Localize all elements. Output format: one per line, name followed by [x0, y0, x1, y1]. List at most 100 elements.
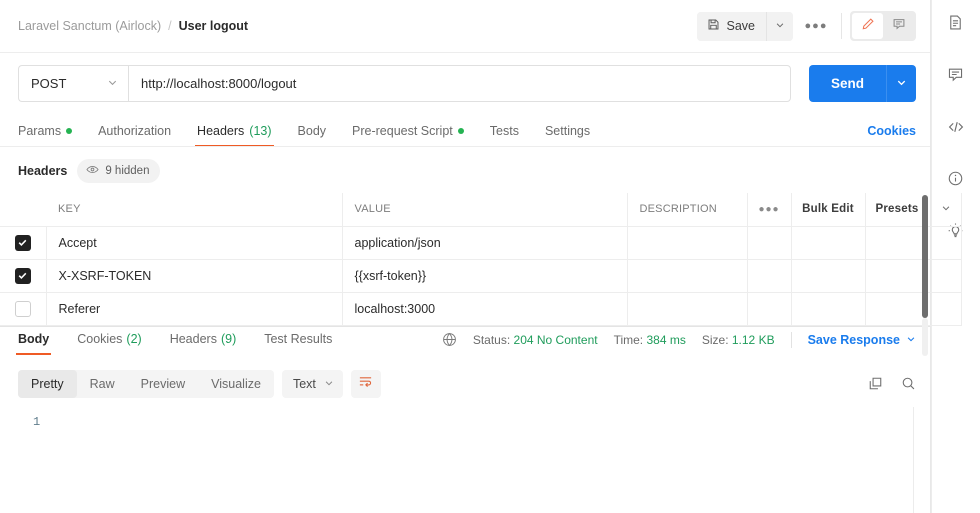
eye-icon — [86, 163, 99, 179]
line-number: 1 — [33, 414, 41, 429]
copy-icon[interactable] — [868, 376, 883, 391]
rail-divider — [931, 0, 932, 513]
sidebar-item-documentation[interactable] — [941, 12, 971, 38]
headers-more-button[interactable]: ●●● — [747, 193, 792, 227]
tab-params-label: Params — [18, 124, 62, 138]
row-description[interactable] — [627, 258, 748, 293]
comment-icon — [947, 66, 964, 88]
status-metric: Status: 204 No Content — [473, 333, 598, 347]
search-icon[interactable] — [901, 376, 916, 391]
row-key[interactable]: X-XSRF-TOKEN — [46, 258, 343, 293]
row-checkbox-cell[interactable] — [0, 225, 47, 260]
headers-table: KEY VALUE DESCRIPTION ●●● Bulk Edit Pres… — [0, 193, 962, 326]
tab-tests[interactable]: Tests — [490, 124, 519, 147]
row-checkbox[interactable] — [14, 300, 31, 317]
tab-headers-label: Headers — [197, 124, 245, 138]
breadcrumb-collection[interactable]: Laravel Sanctum (Airlock) — [18, 19, 161, 33]
tab-headers[interactable]: Headers (13) — [195, 124, 275, 147]
breadcrumb-request[interactable]: User logout — [179, 19, 248, 33]
response-tab-headers-label: Headers — [169, 332, 217, 346]
tab-params[interactable]: Params — [18, 124, 73, 147]
info-icon — [947, 170, 964, 192]
row-key[interactable]: Accept — [46, 225, 343, 260]
save-button-label: Save — [726, 19, 756, 33]
tab-pre-request-script-label: Pre-request Script — [352, 124, 453, 138]
presets-button[interactable]: Presets — [865, 193, 962, 227]
response-format-select[interactable]: Text — [281, 369, 343, 398]
ellipsis-icon: ●●● — [804, 20, 828, 32]
save-button-group: Save — [696, 11, 793, 41]
view-mode-visualize[interactable]: Visualize — [198, 370, 274, 398]
sidebar-item-comments[interactable] — [941, 64, 971, 90]
save-options-button[interactable] — [766, 11, 793, 41]
view-mode-raw[interactable]: Raw — [77, 370, 128, 398]
response-tab-test-results[interactable]: Test Results — [256, 332, 340, 355]
row-value[interactable]: application/json — [342, 225, 628, 260]
headers-table-head: KEY VALUE DESCRIPTION ●●● Bulk Edit Pres… — [0, 193, 962, 227]
sidebar-item-info[interactable] — [941, 168, 971, 194]
save-response-button[interactable]: Save Response — [808, 333, 916, 347]
size-metric: Size: 1.12 KB — [702, 333, 775, 347]
time-value: 384 ms — [646, 332, 686, 347]
table-row[interactable]: X-XSRF-TOKEN {{xsrf-token}} — [0, 258, 962, 293]
url-bar: POST http://localhost:8000/logout Send — [0, 53, 930, 114]
status-dot — [457, 128, 464, 134]
cookies-link[interactable]: Cookies — [867, 124, 916, 147]
table-row[interactable]: Referer localhost:3000 — [0, 291, 962, 326]
chevron-down-icon — [324, 377, 334, 391]
more-actions-button[interactable]: ●●● — [799, 12, 833, 41]
table-row[interactable]: Accept application/json — [0, 225, 962, 260]
row-checkbox[interactable] — [14, 234, 31, 251]
toolbar-divider — [841, 13, 842, 39]
row-checkbox-cell[interactable] — [0, 258, 47, 293]
tab-pre-request-script[interactable]: Pre-request Script — [352, 124, 464, 147]
response-format-value: Text — [292, 376, 316, 391]
send-button[interactable]: Send — [809, 65, 886, 102]
top-bar: Laravel Sanctum (Airlock) / User logout … — [0, 0, 930, 53]
method-value: POST — [31, 76, 67, 91]
comment-request-button[interactable] — [883, 13, 914, 39]
tab-authorization[interactable]: Authorization — [98, 124, 171, 147]
sidebar-item-code[interactable] — [941, 116, 971, 142]
edit-request-button[interactable] — [852, 13, 883, 39]
chevron-down-icon — [906, 333, 916, 347]
view-mode-pretty[interactable]: Pretty — [18, 369, 77, 398]
view-mode-preview[interactable]: Preview — [128, 370, 198, 398]
tab-settings[interactable]: Settings — [545, 124, 590, 147]
tab-settings-label: Settings — [544, 124, 591, 138]
tab-body[interactable]: Body — [298, 124, 327, 147]
row-spacer — [791, 291, 866, 326]
method-select[interactable]: POST — [18, 65, 128, 102]
headers-title: Headers — [18, 164, 68, 178]
row-checkbox-cell[interactable] — [0, 291, 47, 326]
hidden-headers-toggle[interactable]: 9 hidden — [77, 159, 161, 183]
response-view-bar: Pretty Raw Preview Visualize Text — [0, 361, 930, 407]
chevron-down-icon — [941, 203, 951, 216]
row-spacer — [747, 225, 792, 260]
url-input[interactable]: http://localhost:8000/logout — [128, 65, 791, 102]
save-button[interactable]: Save — [696, 11, 766, 41]
row-description[interactable] — [627, 225, 748, 260]
comment-icon — [892, 17, 906, 36]
row-key[interactable]: Referer — [46, 291, 343, 326]
response-tab-headers[interactable]: Headers (9) — [162, 332, 245, 355]
tabs-divider — [0, 146, 930, 147]
row-description[interactable] — [627, 291, 748, 326]
row-value[interactable]: localhost:3000 — [342, 291, 628, 326]
bulk-edit-button[interactable]: Bulk Edit — [791, 193, 866, 227]
word-wrap-button[interactable] — [350, 369, 381, 398]
response-tab-test-results-label: Test Results — [264, 332, 333, 346]
row-spacer — [747, 258, 792, 293]
row-value[interactable]: {{xsrf-token}} — [342, 258, 628, 293]
row-checkbox[interactable] — [14, 267, 31, 284]
headers-scrollbar-thumb[interactable] — [922, 195, 928, 318]
word-wrap-icon — [358, 374, 373, 394]
floppy-disk-icon — [707, 18, 720, 34]
chevron-down-icon — [896, 75, 907, 93]
response-body-viewer[interactable]: 1 — [0, 406, 930, 513]
response-tab-cookies[interactable]: Cookies (2) — [69, 332, 149, 355]
globe-icon[interactable] — [442, 332, 457, 347]
response-tab-body[interactable]: Body — [10, 332, 57, 355]
tab-tests-label: Tests — [489, 124, 519, 138]
send-options-button[interactable] — [886, 65, 916, 102]
